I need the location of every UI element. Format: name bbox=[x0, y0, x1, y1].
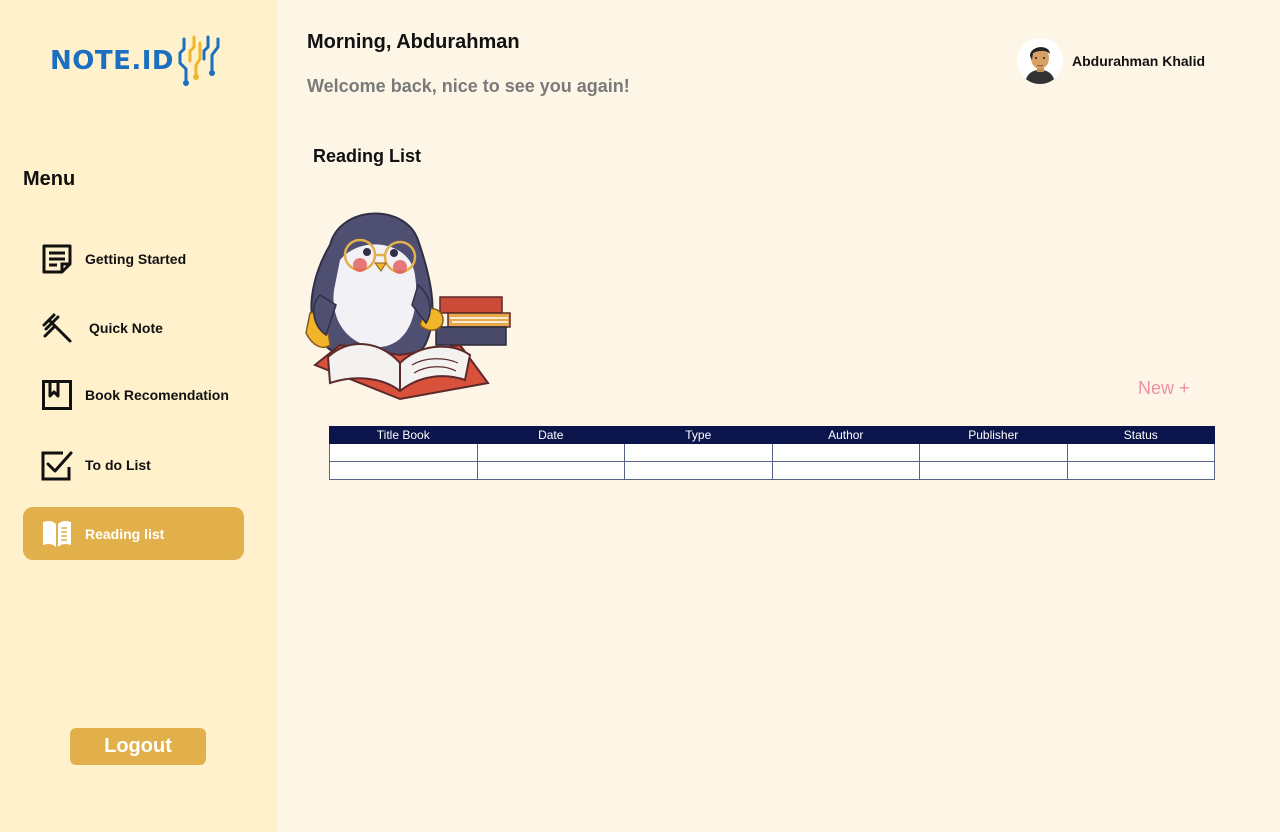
logo-mark-icon bbox=[178, 35, 220, 86]
sidebar-item-book-recomendation[interactable]: Book Recomendation bbox=[23, 368, 244, 421]
table-cell[interactable] bbox=[329, 461, 478, 480]
table-row[interactable] bbox=[329, 443, 1215, 462]
sidebar-item-label: Getting Started bbox=[85, 250, 187, 267]
column-header[interactable]: Type bbox=[624, 426, 773, 444]
table-cell[interactable] bbox=[624, 443, 773, 462]
sidebar-item-quick-note[interactable]: Quick Note bbox=[23, 301, 244, 354]
table-cell[interactable] bbox=[476, 461, 625, 480]
note-icon bbox=[41, 243, 73, 275]
bookmark-icon bbox=[41, 379, 73, 411]
table-cell[interactable] bbox=[771, 461, 920, 480]
new-entry-button[interactable]: New + bbox=[1138, 378, 1190, 399]
app-logo[interactable]: NOTE.ID bbox=[50, 33, 222, 89]
table-cell[interactable] bbox=[919, 461, 1068, 480]
open-book-icon bbox=[41, 518, 73, 550]
sidebar-item-reading-list[interactable]: Reading list bbox=[23, 507, 244, 560]
sidebar-item-label: Reading list bbox=[85, 525, 165, 542]
sidebar-item-label: Book Recomendation bbox=[85, 386, 229, 403]
avatar bbox=[1017, 38, 1063, 84]
column-header[interactable]: Author bbox=[771, 426, 920, 444]
section-title: Reading List bbox=[313, 146, 422, 166]
table-header-row: Title Book Date Type Author Publisher St… bbox=[329, 426, 1215, 444]
sidebar-item-label: Quick Note bbox=[89, 319, 163, 336]
table-row[interactable] bbox=[329, 461, 1215, 480]
column-header[interactable]: Date bbox=[476, 426, 625, 444]
welcome-message: Welcome back, nice to see you again! bbox=[307, 76, 630, 96]
table-cell[interactable] bbox=[1066, 443, 1215, 462]
column-header[interactable]: Publisher bbox=[919, 426, 1068, 444]
column-header[interactable]: Title Book bbox=[329, 426, 478, 444]
sidebar-item-getting-started[interactable]: Getting Started bbox=[23, 232, 244, 285]
pin-icon bbox=[41, 312, 73, 344]
greeting-title: Morning, Abdurahman bbox=[307, 31, 520, 53]
table-cell[interactable] bbox=[624, 461, 773, 480]
penguin-reading-illustration bbox=[305, 212, 511, 401]
checkbox-icon bbox=[41, 449, 73, 481]
table-cell[interactable] bbox=[329, 443, 478, 462]
table-cell[interactable] bbox=[476, 443, 625, 462]
sidebar-item-to-do-list[interactable]: To do List bbox=[23, 438, 244, 491]
logout-button[interactable]: Logout bbox=[70, 728, 206, 765]
sidebar: NOTE.ID Menu Getting Started Quick Note … bbox=[0, 0, 277, 832]
sidebar-item-label: To do List bbox=[85, 456, 151, 473]
table-cell[interactable] bbox=[1066, 461, 1215, 480]
table-cell[interactable] bbox=[919, 443, 1068, 462]
table-cell[interactable] bbox=[771, 443, 920, 462]
user-name: Abdurahman Khalid bbox=[1072, 53, 1206, 69]
user-profile[interactable]: Abdurahman Khalid bbox=[1017, 38, 1205, 84]
logo-text: NOTE.ID bbox=[50, 46, 174, 76]
menu-title: Menu bbox=[23, 168, 76, 190]
reading-list-table: Title Book Date Type Author Publisher St… bbox=[329, 426, 1215, 480]
column-header[interactable]: Status bbox=[1066, 426, 1215, 444]
